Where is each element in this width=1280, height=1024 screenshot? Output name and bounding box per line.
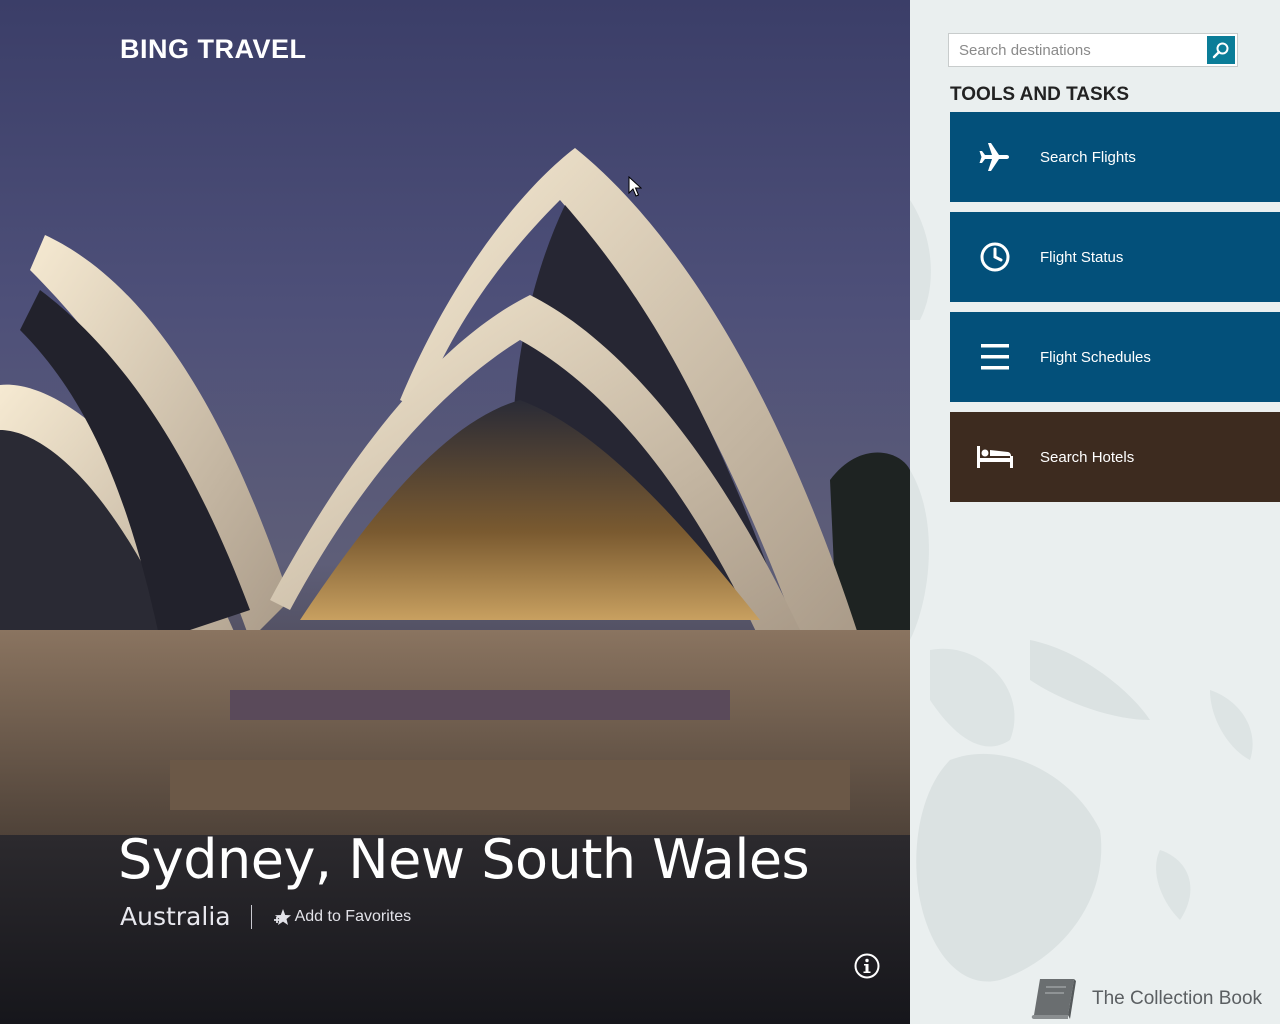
- mouse-cursor-icon: [628, 176, 642, 197]
- search-hotels-label: Search Hotels: [1040, 448, 1135, 466]
- bed-icon: [977, 446, 1013, 468]
- clock-icon: [980, 242, 1010, 272]
- flight-status-label: Flight Status: [1040, 248, 1124, 266]
- list-icon-wrap: [950, 312, 1040, 402]
- bed-icon-wrap: [950, 412, 1040, 502]
- collection-book-label: The Collection Book: [1092, 988, 1263, 1009]
- destination-subrow: Australia Add to Favorites: [120, 902, 411, 931]
- destination-country: Australia: [120, 902, 231, 931]
- star-add-icon: [273, 908, 291, 925]
- flight-schedules-tile[interactable]: Flight Schedules: [950, 312, 1280, 402]
- info-icon[interactable]: [854, 953, 880, 979]
- divider: [250, 904, 252, 929]
- search-hotels-tile[interactable]: Search Hotels: [950, 412, 1280, 502]
- add-to-favorites-label: Add to Favorites: [294, 907, 412, 925]
- search-button[interactable]: [1207, 36, 1235, 64]
- flight-status-tile[interactable]: Flight Status: [950, 212, 1280, 302]
- search-box: [948, 33, 1238, 67]
- collection-book-link[interactable]: The Collection Book: [1028, 975, 1262, 1023]
- add-to-favorites-button[interactable]: Add to Favorites: [272, 907, 412, 927]
- destination-city: Sydney, New South Wales: [118, 828, 810, 891]
- list-icon: [981, 344, 1009, 370]
- airplane-icon: [979, 143, 1009, 171]
- tools-section-title: TOOLS AND TASKS: [950, 84, 1130, 105]
- airplane-icon-wrap: [950, 112, 1040, 202]
- hero-panel: BING TRAVEL Sydney, New South Wales Aust…: [0, 0, 910, 1024]
- clock-icon-wrap: [950, 212, 1040, 302]
- search-flights-label: Search Flights: [1040, 148, 1136, 166]
- search-icon: [1212, 42, 1229, 59]
- app-title: BING TRAVEL: [120, 34, 307, 64]
- book-icon: [1031, 979, 1076, 1019]
- search-flights-tile[interactable]: Search Flights: [950, 112, 1280, 202]
- search-input[interactable]: [949, 34, 1207, 66]
- flight-schedules-label: Flight Schedules: [1040, 348, 1151, 366]
- tools-panel: TOOLS AND TASKS Search Flights Flight St…: [910, 0, 1280, 1024]
